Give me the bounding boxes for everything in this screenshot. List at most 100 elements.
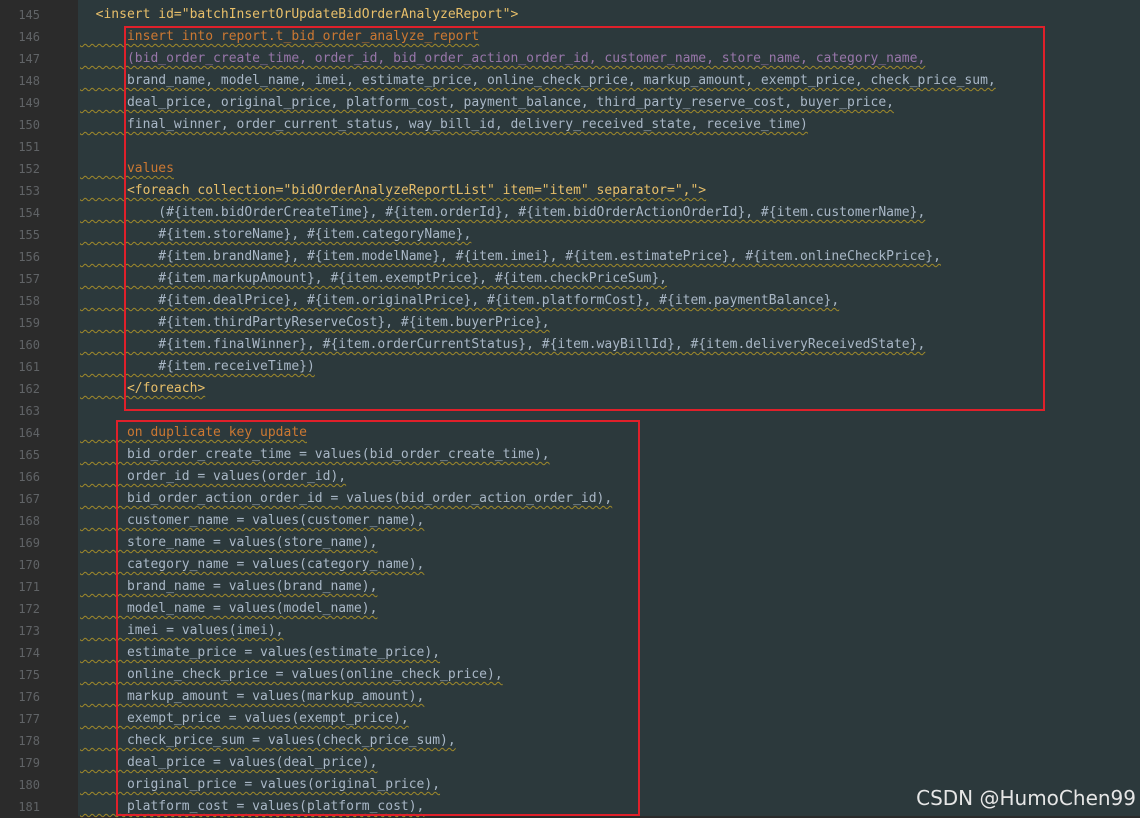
line-number: 165 bbox=[18, 448, 40, 462]
code-line[interactable]: 151 bbox=[0, 136, 1140, 158]
code-text: <insert id="batchInsertOrUpdateBidOrderA… bbox=[80, 7, 519, 22]
code-line[interactable]: 157 #{item.markupAmount}, #{item.exemptP… bbox=[0, 268, 1140, 290]
code-line[interactable]: 177 exempt_price = values(exempt_price), bbox=[0, 708, 1140, 730]
code-text: bid_order_action_order_id = values(bid_o… bbox=[80, 491, 613, 506]
line-number: 156 bbox=[18, 250, 40, 264]
line-number: 175 bbox=[18, 668, 40, 682]
line-number: 150 bbox=[18, 118, 40, 132]
line-number: 174 bbox=[18, 646, 40, 660]
code-line[interactable]: 150 final_winner, order_current_status, … bbox=[0, 114, 1140, 136]
code-line[interactable]: 169 store_name = values(store_name), bbox=[0, 532, 1140, 554]
line-number: 181 bbox=[18, 800, 40, 814]
code-line[interactable]: 145 <insert id="batchInsertOrUpdateBidOr… bbox=[0, 4, 1140, 26]
code-line[interactable]: 155 #{item.storeName}, #{item.categoryNa… bbox=[0, 224, 1140, 246]
code-line[interactable]: 176 markup_amount = values(markup_amount… bbox=[0, 686, 1140, 708]
line-number: 179 bbox=[18, 756, 40, 770]
code-line[interactable]: 168 customer_name = values(customer_name… bbox=[0, 510, 1140, 532]
line-number: 157 bbox=[18, 272, 40, 286]
code-text: insert into report.t_bid_order_analyze_r… bbox=[80, 29, 480, 44]
code-line[interactable]: 161 #{item.receiveTime}) bbox=[0, 356, 1140, 378]
code-line[interactable]: 154 (#{item.bidOrderCreateTime}, #{item.… bbox=[0, 202, 1140, 224]
code-line[interactable]: 178 check_price_sum = values(check_price… bbox=[0, 730, 1140, 752]
code-line[interactable]: 156 #{item.brandName}, #{item.modelName}… bbox=[0, 246, 1140, 268]
code-text: category_name = values(category_name), bbox=[80, 557, 425, 572]
code-text: #{item.receiveTime}) bbox=[80, 359, 315, 374]
line-number: 159 bbox=[18, 316, 40, 330]
code-line[interactable]: 153 <foreach collection="bidOrderAnalyze… bbox=[0, 180, 1140, 202]
line-number: 177 bbox=[18, 712, 40, 726]
code-line[interactable]: 163 bbox=[0, 400, 1140, 422]
line-number: 166 bbox=[18, 470, 40, 484]
code-text: customer_name = values(customer_name), bbox=[80, 513, 425, 528]
code-text: (#{item.bidOrderCreateTime}, #{item.orde… bbox=[80, 205, 926, 220]
code-line[interactable]: 173 imei = values(imei), bbox=[0, 620, 1140, 642]
code-line[interactable]: 160 #{item.finalWinner}, #{item.orderCur… bbox=[0, 334, 1140, 356]
code-line[interactable]: 149 deal_price, original_price, platform… bbox=[0, 92, 1140, 114]
code-lines: 145 <insert id="batchInsertOrUpdateBidOr… bbox=[0, 4, 1140, 818]
code-text: #{item.finalWinner}, #{item.orderCurrent… bbox=[80, 337, 926, 352]
code-line[interactable]: 165 bid_order_create_time = values(bid_o… bbox=[0, 444, 1140, 466]
line-number: 147 bbox=[18, 52, 40, 66]
code-line[interactable]: 148 brand_name, model_name, imei, estima… bbox=[0, 70, 1140, 92]
code-text: platform_cost = values(platform_cost), bbox=[80, 799, 425, 814]
line-number: 158 bbox=[18, 294, 40, 308]
code-text: imei = values(imei), bbox=[80, 623, 284, 638]
code-text: </foreach> bbox=[80, 381, 206, 396]
line-number: 172 bbox=[18, 602, 40, 616]
line-number: 146 bbox=[18, 30, 40, 44]
code-text: brand_name = values(brand_name), bbox=[80, 579, 378, 594]
code-line[interactable]: 147 (bid_order_create_time, order_id, bi… bbox=[0, 48, 1140, 70]
code-text: bid_order_create_time = values(bid_order… bbox=[80, 447, 550, 462]
code-text: final_winner, order_current_status, way_… bbox=[80, 117, 808, 132]
code-line[interactable]: 162 </foreach> bbox=[0, 378, 1140, 400]
line-number: 152 bbox=[18, 162, 40, 176]
line-number: 180 bbox=[18, 778, 40, 792]
line-number: 162 bbox=[18, 382, 40, 396]
line-number: 149 bbox=[18, 96, 40, 110]
line-number: 173 bbox=[18, 624, 40, 638]
code-line[interactable]: 152 values bbox=[0, 158, 1140, 180]
code-text: store_name = values(store_name), bbox=[80, 535, 378, 550]
code-text: check_price_sum = values(check_price_sum… bbox=[80, 733, 456, 748]
code-text: #{item.thirdPartyReserveCost}, #{item.bu… bbox=[80, 315, 550, 330]
code-line[interactable]: 170 category_name = values(category_name… bbox=[0, 554, 1140, 576]
line-number: 169 bbox=[18, 536, 40, 550]
code-text: #{item.storeName}, #{item.categoryName}, bbox=[80, 227, 472, 242]
line-number: 168 bbox=[18, 514, 40, 528]
code-line[interactable]: 175 online_check_price = values(online_c… bbox=[0, 664, 1140, 686]
code-text: #{item.brandName}, #{item.modelName}, #{… bbox=[80, 249, 941, 264]
line-number: 170 bbox=[18, 558, 40, 572]
line-number: 178 bbox=[18, 734, 40, 748]
line-number: 163 bbox=[18, 404, 40, 418]
code-text: #{item.markupAmount}, #{item.exemptPrice… bbox=[80, 271, 667, 286]
line-number: 161 bbox=[18, 360, 40, 374]
code-line[interactable]: 179 deal_price = values(deal_price), bbox=[0, 752, 1140, 774]
code-text: markup_amount = values(markup_amount), bbox=[80, 689, 425, 704]
line-number: 155 bbox=[18, 228, 40, 242]
code-line[interactable]: 164 on duplicate key update bbox=[0, 422, 1140, 444]
code-text: values bbox=[80, 161, 174, 176]
watermark: CSDN @HumoChen99 bbox=[916, 786, 1136, 810]
code-text: deal_price = values(deal_price), bbox=[80, 755, 378, 770]
line-number: 176 bbox=[18, 690, 40, 704]
code-text: brand_name, model_name, imei, estimate_p… bbox=[80, 73, 996, 88]
code-line[interactable]: 174 estimate_price = values(estimate_pri… bbox=[0, 642, 1140, 664]
code-line[interactable]: 146 insert into report.t_bid_order_analy… bbox=[0, 26, 1140, 48]
line-number: 151 bbox=[18, 140, 40, 154]
code-line[interactable]: 159 #{item.thirdPartyReserveCost}, #{ite… bbox=[0, 312, 1140, 334]
code-line[interactable]: 167 bid_order_action_order_id = values(b… bbox=[0, 488, 1140, 510]
line-number: 154 bbox=[18, 206, 40, 220]
code-text: original_price = values(original_price), bbox=[80, 777, 441, 792]
code-line[interactable]: 171 brand_name = values(brand_name), bbox=[0, 576, 1140, 598]
code-text: order_id = values(order_id), bbox=[80, 469, 347, 484]
code-text: <foreach collection="bidOrderAnalyzeRepo… bbox=[80, 183, 707, 198]
line-number: 160 bbox=[18, 338, 40, 352]
code-text: model_name = values(model_name), bbox=[80, 601, 378, 616]
code-line[interactable]: 172 model_name = values(model_name), bbox=[0, 598, 1140, 620]
code-text: (bid_order_create_time, order_id, bid_or… bbox=[80, 51, 926, 66]
code-line[interactable]: 158 #{item.dealPrice}, #{item.originalPr… bbox=[0, 290, 1140, 312]
code-line[interactable]: 166 order_id = values(order_id), bbox=[0, 466, 1140, 488]
code-text: online_check_price = values(online_check… bbox=[80, 667, 503, 682]
line-number: 167 bbox=[18, 492, 40, 506]
line-number: 153 bbox=[18, 184, 40, 198]
